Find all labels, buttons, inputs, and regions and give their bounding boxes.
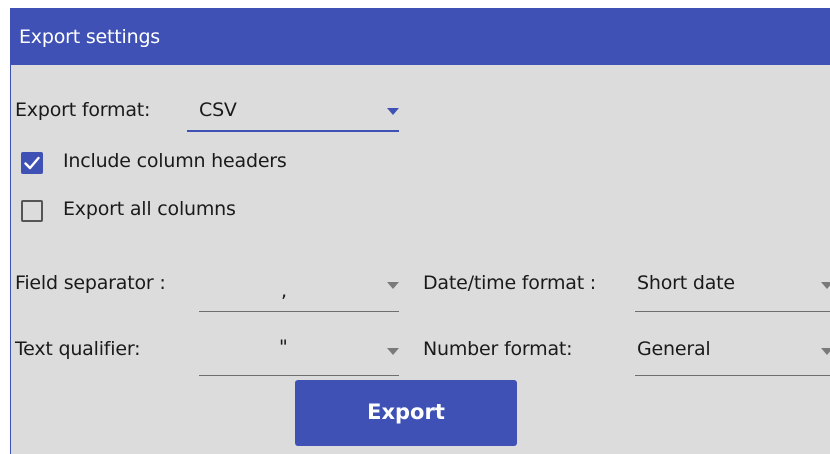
export-all-columns-label: Export all columns bbox=[63, 198, 236, 220]
chevron-down-icon bbox=[387, 108, 399, 115]
number-format-value: General bbox=[637, 338, 711, 360]
checkbox-unchecked-icon bbox=[21, 200, 43, 222]
datetime-format-label: Date/time format : bbox=[423, 272, 597, 294]
field-separator-label: Field separator : bbox=[15, 272, 166, 294]
export-format-dropdown[interactable]: CSV bbox=[187, 96, 399, 132]
dialog-title: Export settings bbox=[11, 8, 830, 65]
export-button[interactable]: Export bbox=[295, 380, 517, 446]
field-separator-value: , bbox=[281, 280, 287, 302]
number-format-dropdown[interactable]: General bbox=[635, 334, 830, 376]
export-all-columns-checkbox[interactable]: Export all columns bbox=[21, 198, 281, 226]
chevron-down-icon bbox=[821, 282, 830, 289]
checkbox-checked-icon bbox=[21, 152, 43, 174]
include-headers-checkbox[interactable]: Include column headers bbox=[21, 150, 321, 178]
chevron-down-icon bbox=[387, 348, 399, 355]
text-qualifier-dropdown[interactable]: " bbox=[199, 334, 399, 376]
number-format-label: Number format: bbox=[423, 338, 573, 360]
export-format-value: CSV bbox=[199, 99, 237, 121]
chevron-down-icon bbox=[387, 282, 399, 289]
export-format-label: Export format: bbox=[15, 99, 151, 121]
text-qualifier-value: " bbox=[279, 336, 288, 358]
text-qualifier-label: Text qualifier: bbox=[15, 338, 141, 360]
chevron-down-icon bbox=[821, 348, 830, 355]
include-headers-label: Include column headers bbox=[63, 150, 287, 172]
field-separator-dropdown[interactable]: , bbox=[199, 272, 399, 312]
export-settings-panel: Export settings Export format: CSV Inclu… bbox=[10, 8, 830, 454]
datetime-format-value: Short date bbox=[637, 272, 735, 294]
datetime-format-dropdown[interactable]: Short date bbox=[635, 272, 830, 312]
